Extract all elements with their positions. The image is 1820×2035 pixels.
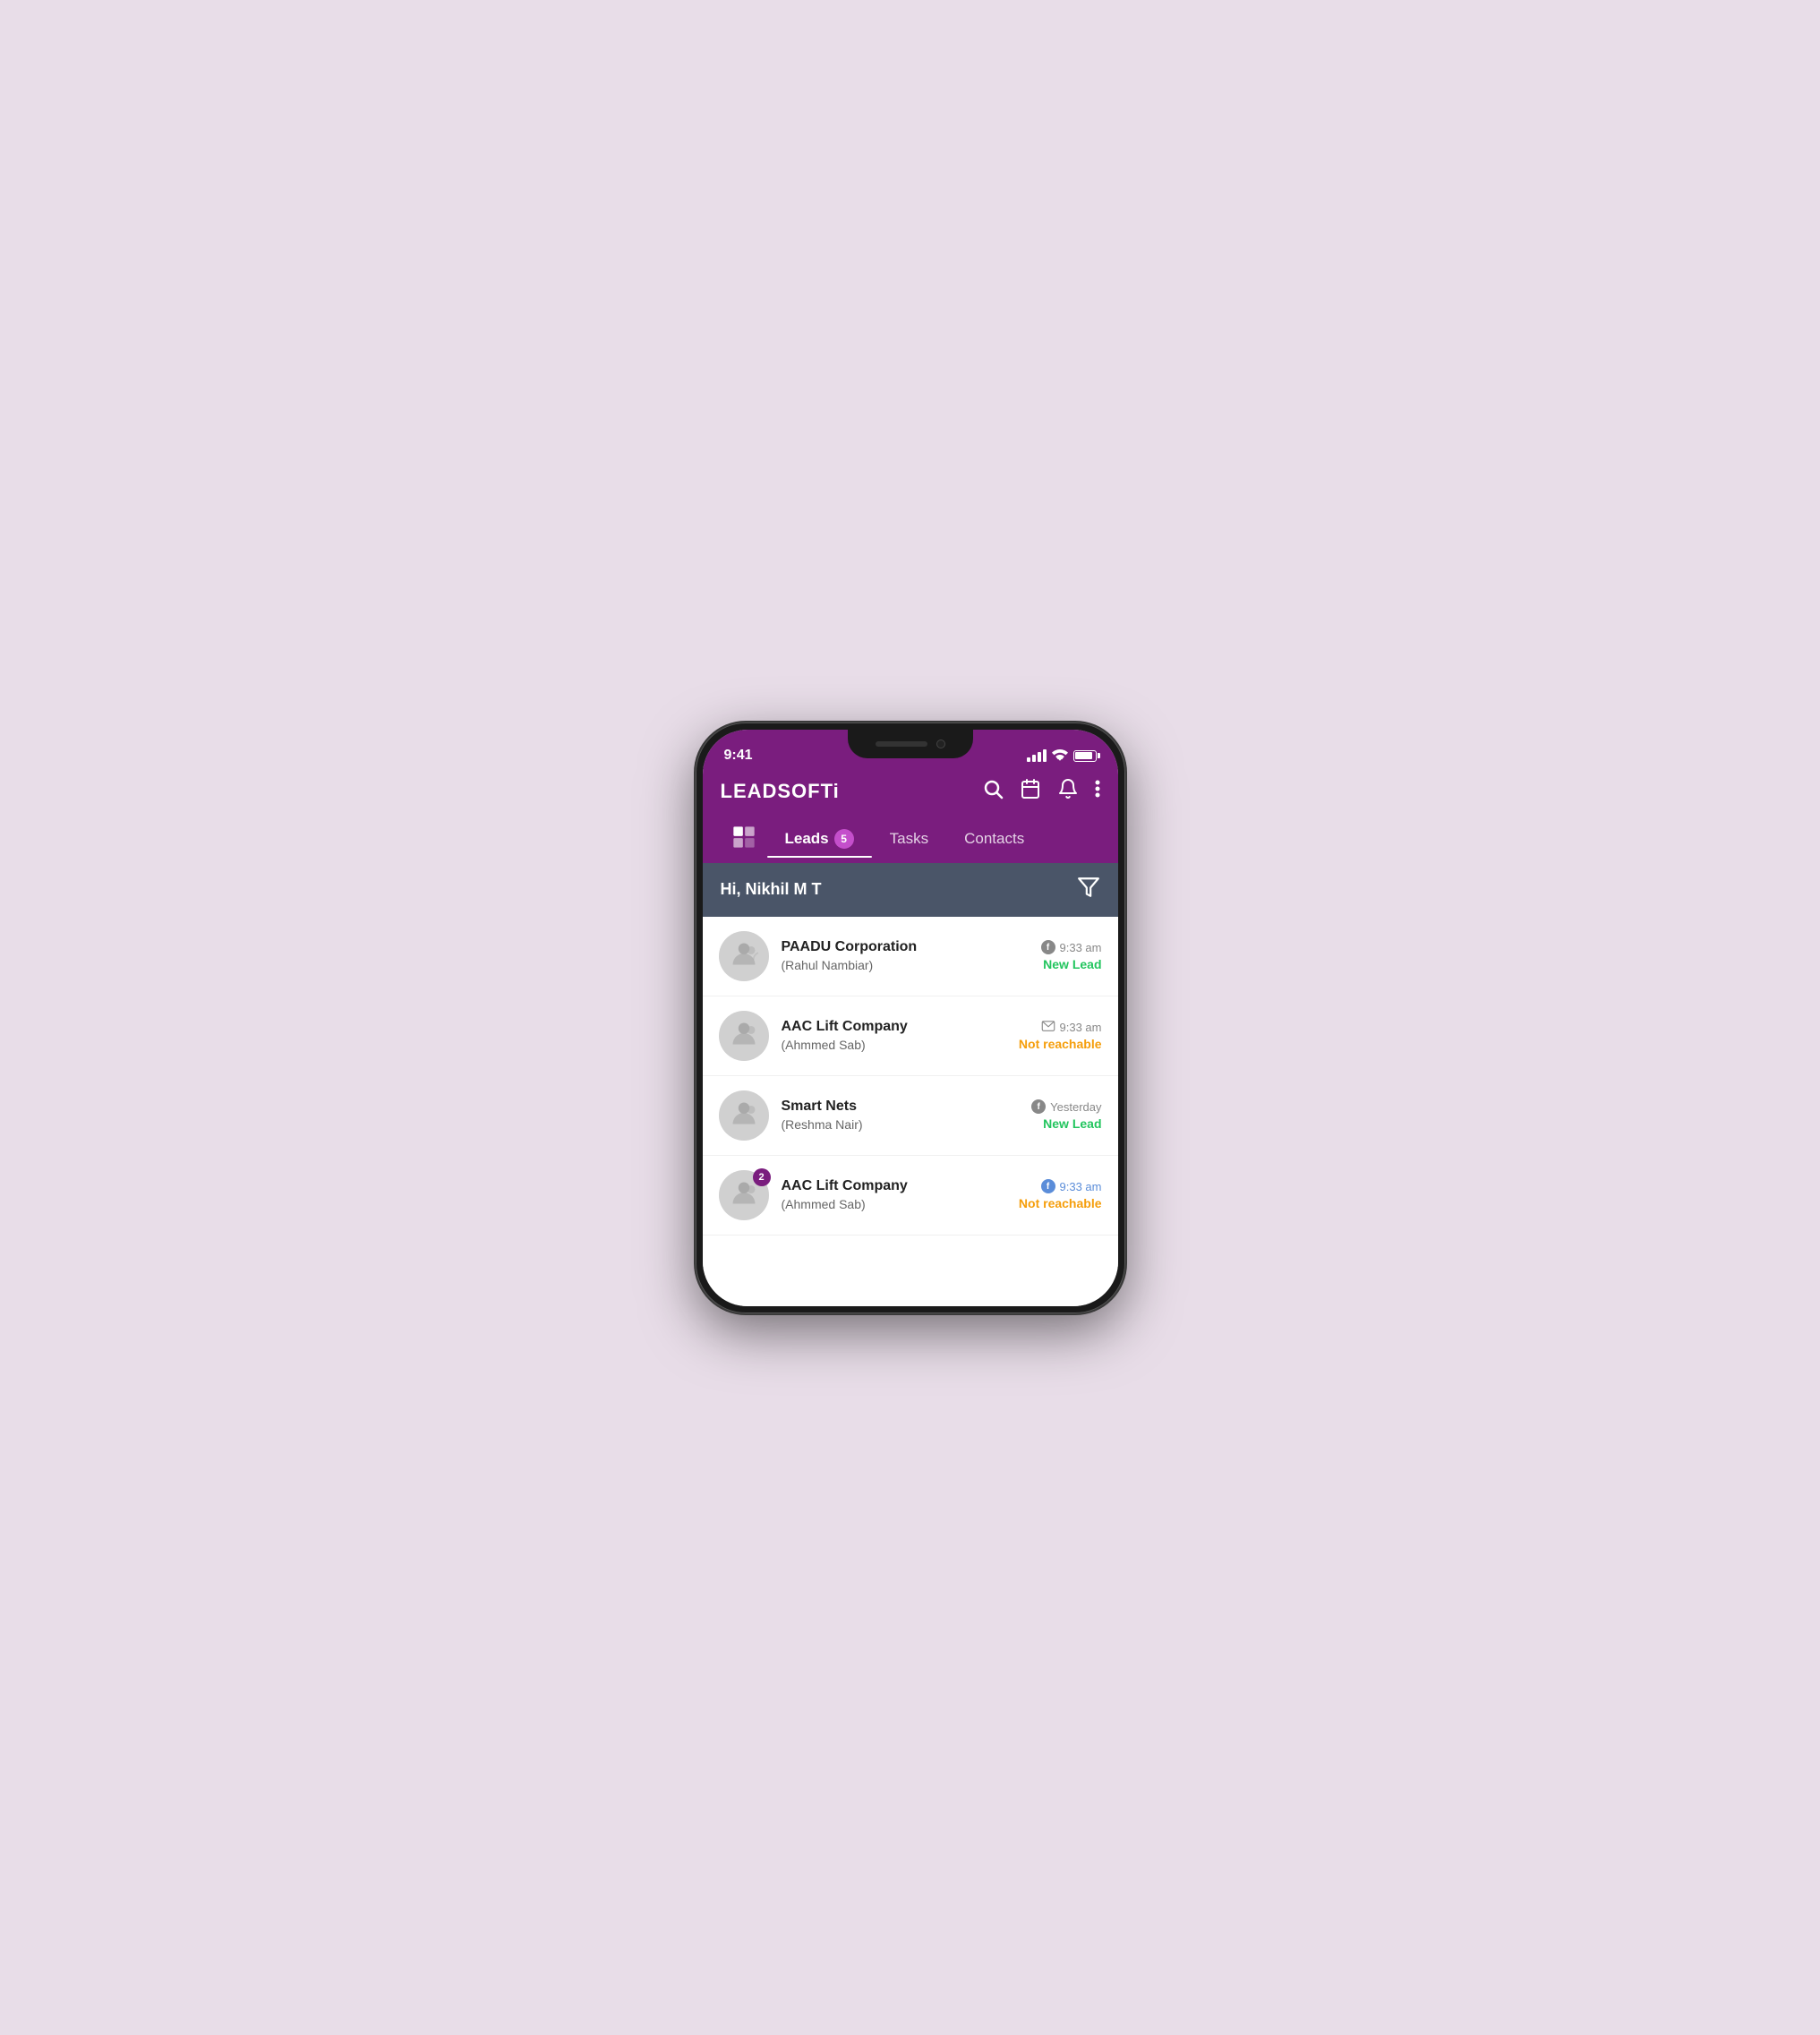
lead-avatar: 2 bbox=[719, 1170, 769, 1220]
notch bbox=[848, 730, 973, 758]
lead-time-row: 9:33 am bbox=[1019, 1020, 1102, 1034]
lead-contact: (Rahul Nambiar) bbox=[782, 958, 1009, 972]
lead-contact: (Ahmmed Sab) bbox=[782, 1197, 1006, 1211]
lead-info: Smart Nets (Reshma Nair) bbox=[782, 1099, 1009, 1132]
lead-avatar bbox=[719, 1090, 769, 1141]
notch-camera bbox=[936, 740, 945, 748]
more-icon[interactable] bbox=[1095, 778, 1100, 805]
app-header: LEADSOFTi bbox=[703, 769, 1118, 863]
header-top: LEADSOFTi bbox=[721, 778, 1100, 805]
lead-item[interactable]: PAADU Corporation (Rahul Nambiar) f 9:33… bbox=[703, 917, 1118, 996]
notch-speaker bbox=[876, 741, 927, 747]
lead-avatar bbox=[719, 1011, 769, 1061]
lead-time: 9:33 am bbox=[1060, 941, 1102, 954]
lead-time: 9:33 am bbox=[1060, 1021, 1102, 1034]
lead-info: AAC Lift Company (Ahmmed Sab) bbox=[782, 1019, 1006, 1052]
lead-meta: 9:33 am Not reachable bbox=[1019, 1020, 1102, 1051]
status-icons bbox=[1027, 748, 1097, 764]
lead-info: AAC Lift Company (Ahmmed Sab) bbox=[782, 1178, 1006, 1211]
lead-item[interactable]: Smart Nets (Reshma Nair) f Yesterday New… bbox=[703, 1076, 1118, 1156]
tabs: Leads 5 Tasks Contacts bbox=[721, 817, 1100, 863]
lead-company: Smart Nets bbox=[782, 1099, 1009, 1115]
phone-screen: 9:41 bbox=[703, 730, 1118, 1306]
email-icon bbox=[1041, 1020, 1055, 1034]
lead-company: AAC Lift Company bbox=[782, 1019, 1006, 1035]
lead-time: Yesterday bbox=[1050, 1100, 1101, 1114]
filter-icon[interactable] bbox=[1077, 876, 1100, 904]
header-icons bbox=[982, 778, 1100, 805]
calendar-icon[interactable] bbox=[1020, 778, 1041, 805]
lead-contact: (Reshma Nair) bbox=[782, 1117, 1009, 1132]
lead-status: New Lead bbox=[1021, 1116, 1102, 1131]
tab-contacts[interactable]: Contacts bbox=[946, 823, 1042, 857]
lead-contact: (Ahmmed Sab) bbox=[782, 1038, 1006, 1052]
lead-company: AAC Lift Company bbox=[782, 1178, 1006, 1194]
facebook-icon: f bbox=[1041, 940, 1055, 954]
facebook-icon: f bbox=[1041, 1179, 1055, 1193]
phone-wrapper: 9:41 bbox=[678, 714, 1143, 1322]
lead-company: PAADU Corporation bbox=[782, 939, 1009, 955]
lead-meta: f 9:33 am Not reachable bbox=[1019, 1179, 1102, 1210]
phone-frame: 9:41 bbox=[696, 723, 1125, 1313]
leads-list: PAADU Corporation (Rahul Nambiar) f 9:33… bbox=[703, 917, 1118, 1306]
greeting-bar: Hi, Nikhil M T bbox=[703, 863, 1118, 917]
lead-time-row: f 9:33 am bbox=[1019, 1179, 1102, 1193]
lead-status: New Lead bbox=[1021, 957, 1102, 971]
lead-status: Not reachable bbox=[1019, 1037, 1102, 1051]
lead-time: 9:33 am bbox=[1060, 1180, 1102, 1193]
avatar-icon bbox=[730, 939, 758, 972]
avatar-icon bbox=[730, 1019, 758, 1052]
lead-avatar bbox=[719, 931, 769, 981]
avatar-icon bbox=[730, 1099, 758, 1132]
tab-tasks[interactable]: Tasks bbox=[872, 823, 946, 857]
lead-time-row: f Yesterday bbox=[1021, 1099, 1102, 1114]
lead-time-row: f 9:33 am bbox=[1021, 940, 1102, 954]
screen-content: 9:41 bbox=[703, 730, 1118, 1306]
leads-badge: 5 bbox=[834, 829, 854, 849]
lead-meta: f Yesterday New Lead bbox=[1021, 1099, 1102, 1131]
lead-item[interactable]: AAC Lift Company (Ahmmed Sab) bbox=[703, 996, 1118, 1076]
tab-dashboard-icon[interactable] bbox=[721, 817, 767, 863]
bell-icon[interactable] bbox=[1057, 778, 1079, 805]
lead-item[interactable]: 2 AAC Lift Company (Ahmmed Sab) f 9:33 a… bbox=[703, 1156, 1118, 1236]
search-icon[interactable] bbox=[982, 778, 1004, 805]
battery-icon bbox=[1073, 750, 1097, 762]
lead-status: Not reachable bbox=[1019, 1196, 1102, 1210]
signal-icon bbox=[1027, 749, 1047, 762]
facebook-icon: f bbox=[1031, 1099, 1046, 1114]
status-time: 9:41 bbox=[724, 748, 753, 764]
wifi-icon bbox=[1052, 748, 1068, 764]
avatar-badge: 2 bbox=[753, 1168, 771, 1186]
tab-leads[interactable]: Leads 5 bbox=[767, 822, 872, 858]
lead-meta: f 9:33 am New Lead bbox=[1021, 940, 1102, 971]
app-logo: LEADSOFTi bbox=[721, 780, 840, 803]
lead-info: PAADU Corporation (Rahul Nambiar) bbox=[782, 939, 1009, 972]
avatar-icon bbox=[730, 1178, 758, 1211]
greeting-text: Hi, Nikhil M T bbox=[721, 880, 822, 899]
